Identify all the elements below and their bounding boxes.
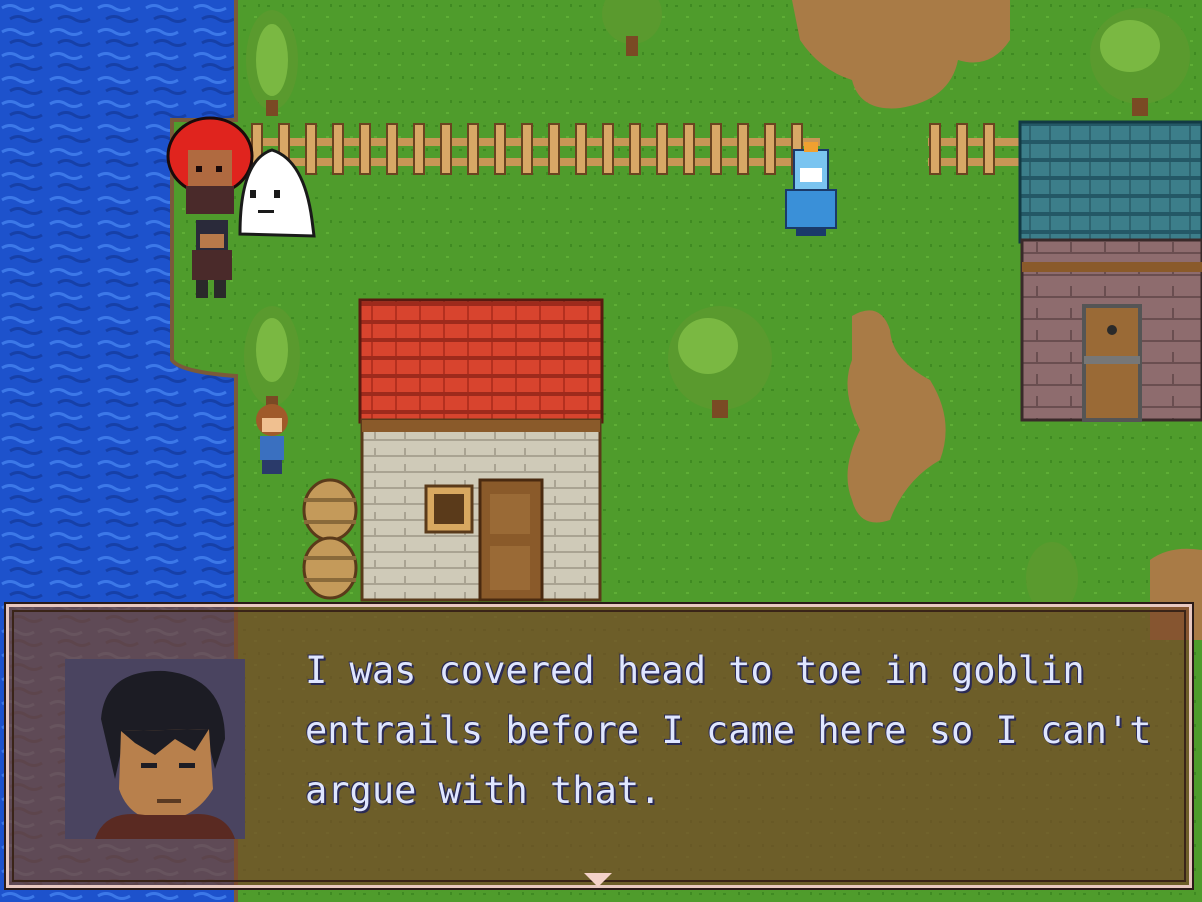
fence-post — [602, 123, 614, 175]
blue-robed-npc — [785, 142, 837, 236]
fence-post — [548, 123, 560, 175]
fence-post — [764, 123, 776, 175]
fence-post — [359, 123, 371, 175]
fence-post — [440, 123, 452, 175]
fence-post — [332, 123, 344, 175]
fence-post — [737, 123, 749, 175]
down-triangle-icon[interactable] — [584, 873, 612, 887]
fence-post — [467, 123, 479, 175]
teal-roof-house — [1018, 120, 1202, 422]
fence-post — [386, 123, 398, 175]
dialog-window[interactable]: I was covered head to toe in goblin entr… — [4, 602, 1194, 890]
fence-post — [956, 123, 968, 175]
fence-post — [656, 123, 668, 175]
fence-post — [305, 123, 317, 175]
fence-post — [929, 123, 941, 175]
barrel-1 — [302, 478, 358, 542]
fence-post — [413, 123, 425, 175]
fence-post — [494, 123, 506, 175]
fence-post — [683, 123, 695, 175]
fence-post — [983, 123, 995, 175]
dialog-message: I was covered head to toe in goblin entr… — [305, 649, 1152, 812]
barrel-2 — [302, 536, 358, 600]
red-roof-house — [358, 298, 604, 602]
fence-post — [575, 123, 587, 175]
fence-post — [710, 123, 722, 175]
dark-haired-man-portrait — [65, 659, 245, 839]
fence-post — [629, 123, 641, 175]
fence-post — [521, 123, 533, 175]
